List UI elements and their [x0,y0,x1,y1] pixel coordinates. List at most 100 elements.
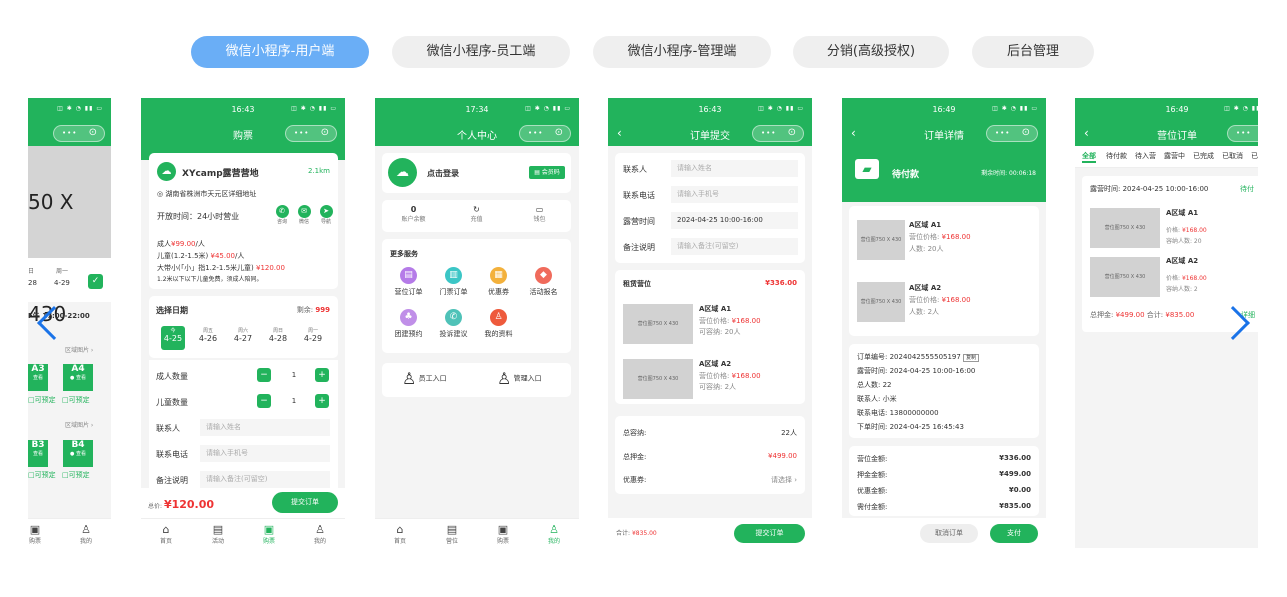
item-name: A区域 A2 [699,360,732,368]
service-item[interactable]: ▦ 优惠券 [476,267,521,297]
field-label: 露营时间 [623,217,655,226]
balance[interactable]: 0 账户余额 [382,205,445,223]
submit-order-button[interactable]: 提交订单 [734,524,805,543]
capsule-menu[interactable]: •••⊙ [285,125,337,142]
wechat-button[interactable]: ✉ 微信 [296,205,312,225]
order-tab-cancelled[interactable]: 已取消 [1222,151,1243,161]
contact-form: 联系人 请输入姓名 联系电话 请输入手机号 露营时间 2024-04-25 10… [615,153,805,263]
capsule-menu[interactable]: •••⊙ [519,125,571,142]
navigate-button[interactable]: ➤ 导航 [318,205,334,225]
service-item[interactable]: ▤ 营位订单 [386,267,431,297]
tabbar-item-buy[interactable]: ▣ 购票 [249,523,289,545]
copy-button[interactable]: 复制 [963,354,980,362]
tabbar-item-mine[interactable]: ♙ 我的 [66,523,106,545]
child-plus-button[interactable]: + [315,394,329,408]
member-code-button[interactable]: ▤ 会员码 [529,166,565,179]
date-item[interactable]: 今 4-25 [161,326,185,350]
recharge-button[interactable]: ↻ 充值 [445,205,508,223]
tabbar-item-mine[interactable]: ♙ 我的 [300,523,340,545]
services-title: 更多服务 [390,250,418,258]
status-bar: ◫ ✱ ◔ ▮▮ ▭ [28,98,111,122]
date-item[interactable]: 周日 4-28 [266,326,290,343]
phone-input[interactable]: 请输入手机号 [671,186,798,203]
tab-user[interactable]: 微信小程序-用户端 [191,36,369,68]
service-item[interactable]: ▥ 门票订单 [431,267,476,297]
order-tab-all[interactable]: 全部 [1082,151,1096,163]
items-card: 营位图750 X 430 A区域 A1 营位价格: ¥168.00 人数: 20… [849,206,1039,336]
cancel-order-button[interactable]: 取消订单 [920,524,978,543]
capsule-menu[interactable]: •••⊙ [53,125,105,142]
admin-icon: ♙ [497,369,512,388]
service-item[interactable]: ◆ 活动报名 [521,267,566,297]
pay-button[interactable]: 支付 [990,524,1038,543]
tabbar-item-activity[interactable]: ▤ 活动 [198,523,238,545]
camp-name: XYcamp露营营地 [182,169,259,179]
submit-order-button[interactable]: 提交订单 [272,492,338,513]
coupon-select[interactable]: 请选择 › [771,475,797,485]
tab-bar: ▣ 购票 ♙ 我的 [28,518,111,548]
avatar[interactable]: ☁ [388,158,417,187]
order-tab-unpaid[interactable]: 待付款 [1106,151,1127,161]
consult-button[interactable]: ✆ 咨询 [274,205,290,225]
wallet-button[interactable]: ▭ 钱包 [508,205,571,223]
tabbar-item-home[interactable]: ⌂ 首页 [380,523,420,545]
child-minus-button[interactable]: − [257,394,271,408]
order-tab-more[interactable]: 已 [1251,151,1258,161]
distance: 2.1km [307,167,330,175]
rent-total: ¥336.00 [765,279,797,287]
order-tab-camping[interactable]: 露营中 [1164,151,1185,161]
staff-entry[interactable]: ♙ 员工入口 [402,369,447,388]
order-totals: 总押金: ¥499.00 合计: ¥835.00 [1090,311,1195,319]
zone-card[interactable]: A4 ● 查看 [63,364,93,391]
capsule-menu[interactable]: •••⊙ [986,125,1038,142]
tab-distribution[interactable]: 分销(高级授权) [793,36,949,68]
tabbar-item-buy[interactable]: ▣ 购票 [28,523,55,545]
phone-input[interactable]: 请输入手机号 [200,445,330,462]
order-tab-done[interactable]: 已完成 [1193,151,1214,161]
status-bar: 17:34 ◫ ✱ ◔ ▮▮ ▭ [375,98,579,122]
tabbar-item-buy[interactable]: ▣ 购票 [483,523,523,545]
address[interactable]: ◎ 湖南省株洲市天元区详细地址 [157,189,256,199]
tabbar-item-camp[interactable]: ▤ 营位 [432,523,472,545]
date-item[interactable]: 周一 4-29 [301,326,325,343]
amount-label: 营位金额: [857,455,888,463]
service-item[interactable]: ✆ 投诉建议 [431,309,476,339]
capsule-menu[interactable]: •••⊙ [752,125,804,142]
zone-card[interactable]: B3 查看 [28,440,48,467]
capsule-menu[interactable]: •••⊙ [1227,125,1258,142]
remark-input[interactable]: 请输入备注(可留空) [200,471,330,488]
region-link[interactable]: 区域图片 › [65,420,93,429]
region-link[interactable]: 区域图片 › [65,345,93,354]
tab-staff[interactable]: 微信小程序-员工端 [392,36,570,68]
date-item[interactable]: 周六 4-27 [231,326,255,343]
adult-qty[interactable]: 1 [274,368,314,382]
sum-deposit: ¥499.00 [768,452,797,460]
service-icon: ✆ [445,309,462,326]
order-tab-pending[interactable]: 待入营 [1135,151,1156,161]
contact-input[interactable]: 请输入姓名 [200,419,330,436]
nav-bar: ‹ 订单详情 ••• ⊙ [842,122,1046,146]
zone-card[interactable]: B4 ● 查看 [63,440,93,467]
tab-backend[interactable]: 后台管理 [972,36,1094,68]
date-item[interactable]: 周五 4-26 [196,326,220,343]
admin-entry[interactable]: ♙ 管理入口 [497,369,542,388]
day-date[interactable]: 28 [28,279,37,287]
service-item[interactable]: ♣ 团建预约 [386,309,431,339]
open-hours: 开放时间：24小时营业 [157,212,240,221]
remark-input[interactable]: 请输入备注(可留空) [671,238,798,255]
day-date[interactable]: 4-29 [54,279,70,287]
adult-plus-button[interactable]: + [315,368,329,382]
camp-time-field[interactable]: 2024-04-25 10:00-16:00 [671,212,798,229]
child-qty[interactable]: 1 [274,394,314,408]
service-item[interactable]: ♙ 我的资料 [476,309,521,339]
tab-row: 微信小程序-用户端 微信小程序-员工端 微信小程序-管理端 分销(高级授权) 后… [0,36,1287,68]
contact-input[interactable]: 请输入姓名 [671,160,798,177]
zone-card[interactable]: A3 查看 [28,364,48,391]
tab-admin[interactable]: 微信小程序-管理端 [593,36,771,68]
phone-label: 联系电话 [156,450,188,459]
calendar-icon[interactable]: ✓ [88,274,103,289]
tabbar-item-mine[interactable]: ♙ 我的 [534,523,574,545]
adult-minus-button[interactable]: − [257,368,271,382]
tabbar-item-home[interactable]: ⌂ 首页 [146,523,186,545]
login-link[interactable]: 点击登录 [427,168,459,179]
